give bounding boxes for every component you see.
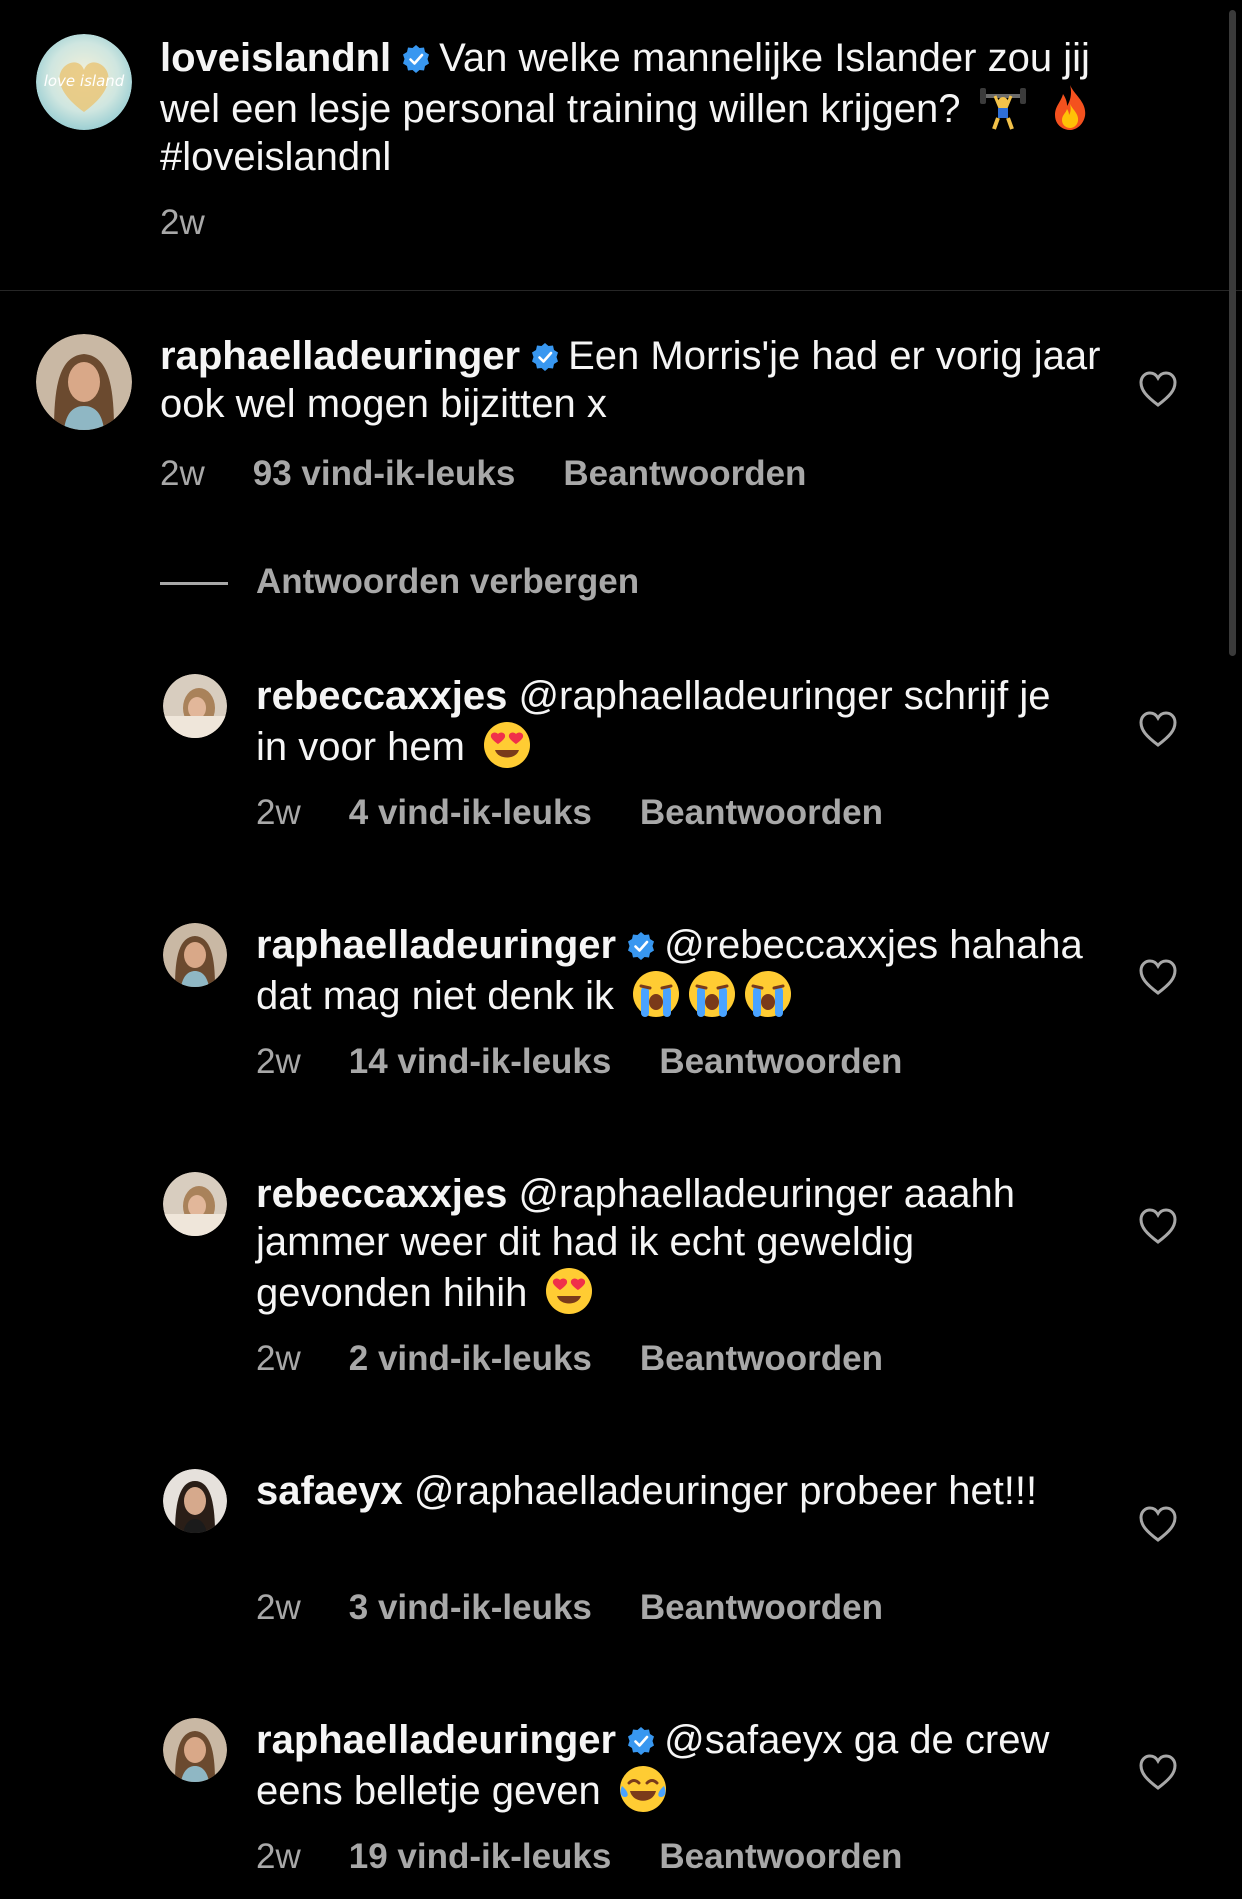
reply-meta: 2w 14 vind-ik-leuks Beantwoorden bbox=[256, 1042, 950, 1082]
like-heart-icon[interactable] bbox=[1138, 1207, 1178, 1245]
raphaelladeuringer-avatar[interactable] bbox=[36, 334, 132, 430]
caption-hashtag[interactable]: #loveislandnl bbox=[160, 135, 391, 179]
heart-eyes-emoji bbox=[544, 1266, 594, 1316]
reply-likes[interactable]: 2 vind-ik-leuks bbox=[349, 1339, 592, 1378]
tears-of-joy-emoji bbox=[618, 1764, 668, 1814]
reply-time: 2w bbox=[256, 1339, 301, 1378]
reply-message: @raphaelladeuringer probeer het!!! bbox=[413, 1469, 1038, 1513]
reply-button[interactable]: Beantwoorden bbox=[659, 1042, 902, 1081]
caption-text: loveislandnl Van welke mannelijke Islande… bbox=[160, 34, 1160, 181]
love-island-logo-text: love island bbox=[44, 72, 125, 90]
verified-badge-icon bbox=[626, 1726, 656, 1756]
post-caption: love island loveislandnl Van welke mannel… bbox=[0, 0, 1242, 291]
loveislandnl-avatar[interactable]: love island bbox=[36, 34, 132, 130]
raphaelladeuringer-avatar[interactable] bbox=[163, 1718, 227, 1782]
reply-username[interactable]: raphaelladeuringer bbox=[256, 923, 616, 967]
reply-username[interactable]: rebeccaxxjes bbox=[256, 1172, 507, 1216]
like-heart-icon[interactable] bbox=[1138, 958, 1178, 996]
comment-likes[interactable]: 93 vind-ik-leuks bbox=[253, 454, 516, 493]
loudly-crying-emoji bbox=[687, 969, 737, 1019]
reply-text: safaeyx @raphaelladeuringer probeer het!… bbox=[256, 1467, 1086, 1515]
reply-button[interactable]: Beantwoorden bbox=[640, 793, 883, 832]
reply-meta: 2w 3 vind-ik-leuks Beantwoorden bbox=[256, 1588, 931, 1628]
rebeccaxxjes-avatar[interactable] bbox=[163, 674, 227, 738]
verified-badge-icon bbox=[401, 44, 431, 74]
reply-username[interactable]: safaeyx bbox=[256, 1469, 403, 1513]
hide-replies-label: Antwoorden verbergen bbox=[256, 562, 640, 601]
reply-meta: 2w 4 vind-ik-leuks Beantwoorden bbox=[256, 793, 931, 833]
reply-likes[interactable]: 3 vind-ik-leuks bbox=[349, 1588, 592, 1627]
reply-time: 2w bbox=[256, 1042, 301, 1081]
reply-text: rebeccaxxjes @raphaelladeuringer schrijf… bbox=[256, 672, 1086, 771]
safaeyx-avatar[interactable] bbox=[163, 1469, 227, 1533]
comment-time: 2w bbox=[160, 454, 205, 493]
reply-username[interactable]: raphaelladeuringer bbox=[256, 1718, 616, 1762]
reply-text: raphaelladeuringer @rebeccaxxjes hahaha d… bbox=[256, 921, 1086, 1020]
reply-button[interactable]: Beantwoorden bbox=[563, 454, 806, 493]
hide-replies-divider bbox=[160, 582, 228, 586]
reply-button[interactable]: Beantwoorden bbox=[640, 1339, 883, 1378]
reply-button[interactable]: Beantwoorden bbox=[659, 1837, 902, 1876]
rebeccaxxjes-avatar[interactable] bbox=[163, 1172, 227, 1236]
scrollbar[interactable] bbox=[1229, 10, 1236, 656]
verified-badge-icon bbox=[626, 931, 656, 961]
reply-time: 2w bbox=[256, 1588, 301, 1627]
reply-time: 2w bbox=[256, 793, 301, 832]
raphaelladeuringer-avatar[interactable] bbox=[163, 923, 227, 987]
like-heart-icon[interactable] bbox=[1138, 370, 1178, 408]
reply-likes[interactable]: 19 vind-ik-leuks bbox=[349, 1837, 612, 1876]
reply-username[interactable]: rebeccaxxjes bbox=[256, 674, 507, 718]
hide-replies-button[interactable]: Antwoorden verbergen bbox=[160, 562, 639, 602]
reply-text: rebeccaxxjes @raphaelladeuringer aaahh j… bbox=[256, 1170, 1086, 1317]
heart-eyes-emoji bbox=[482, 720, 532, 770]
caption-username[interactable]: loveislandnl bbox=[160, 36, 391, 80]
like-heart-icon[interactable] bbox=[1138, 1505, 1178, 1543]
loudly-crying-emoji bbox=[631, 969, 681, 1019]
comment-text: raphaelladeuringer Een Morris'je had er v… bbox=[160, 332, 1160, 428]
weightlifter-emoji bbox=[978, 82, 1028, 132]
reply-time: 2w bbox=[256, 1837, 301, 1876]
loudly-crying-emoji bbox=[743, 969, 793, 1019]
like-heart-icon[interactable] bbox=[1138, 1753, 1178, 1791]
comment-username[interactable]: raphaelladeuringer bbox=[160, 334, 520, 378]
caption-meta: 2w bbox=[160, 203, 253, 243]
reply-likes[interactable]: 14 vind-ik-leuks bbox=[349, 1042, 612, 1081]
like-heart-icon[interactable] bbox=[1138, 710, 1178, 748]
reply-meta: 2w 2 vind-ik-leuks Beantwoorden bbox=[256, 1339, 931, 1379]
caption-time: 2w bbox=[160, 203, 205, 242]
reply-meta: 2w 19 vind-ik-leuks Beantwoorden bbox=[256, 1837, 950, 1877]
reply-likes[interactable]: 4 vind-ik-leuks bbox=[349, 793, 592, 832]
fire-emoji bbox=[1045, 82, 1095, 132]
reply-button[interactable]: Beantwoorden bbox=[640, 1588, 883, 1627]
verified-badge-icon bbox=[530, 342, 560, 372]
reply-text: raphaelladeuringer @safaeyx ga de crew ee… bbox=[256, 1716, 1086, 1815]
comment-meta: 2w 93 vind-ik-leuks Beantwoorden bbox=[160, 454, 854, 494]
